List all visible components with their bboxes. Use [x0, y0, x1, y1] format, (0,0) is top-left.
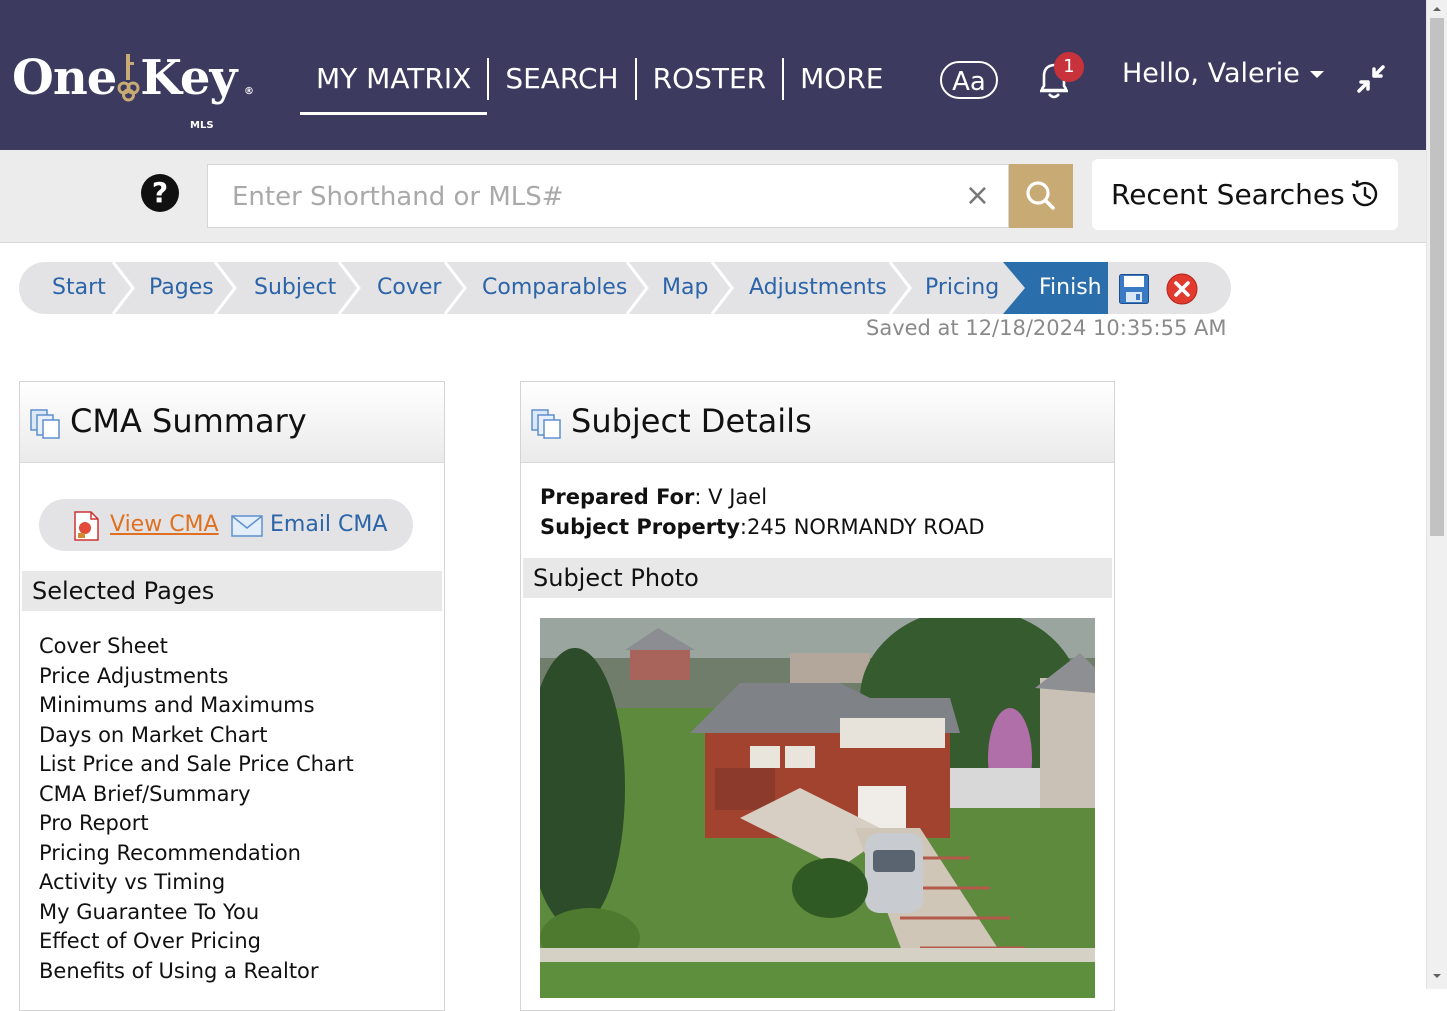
nav-more[interactable]: MORE — [784, 57, 899, 101]
close-icon[interactable] — [1165, 272, 1199, 310]
subject-photo-heading: Subject Photo — [523, 558, 1112, 598]
list-item: Pro Report — [39, 811, 149, 835]
step-map[interactable]: Map — [662, 262, 708, 314]
list-item: Pricing Recommendation — [39, 840, 301, 865]
panel-header: Subject Details — [521, 382, 1114, 463]
saved-timestamp: Saved at 12/18/2024 10:35:55 AM — [866, 316, 1227, 340]
list-item: Price Adjustments — [39, 663, 229, 688]
prepared-for-value: : V Jael — [694, 485, 768, 509]
step-adjustments[interactable]: Adjustments — [749, 262, 887, 314]
subject-details-title: Subject Details — [571, 402, 812, 440]
recent-searches-label: Recent Searches — [1111, 178, 1345, 211]
subject-details-panel: Subject Details Prepared For: V Jael Sub… — [520, 381, 1115, 1011]
view-cma-link[interactable]: View CMA — [110, 512, 219, 537]
chevron-down-icon — [1309, 71, 1324, 78]
subject-property-row: Subject Property:245 NORMANDY ROAD — [540, 512, 985, 542]
list-item: Minimums and Maximums — [39, 693, 315, 717]
scroll-down-icon[interactable] — [1427, 970, 1447, 982]
logo-mls-label: MLS — [190, 120, 214, 131]
search-button[interactable] — [1009, 164, 1073, 228]
user-greeting: Hello, Valerie — [1122, 58, 1300, 89]
scroll-up-icon[interactable] — [1427, 3, 1447, 15]
list-item: Days on Market Chart — [39, 722, 268, 747]
step-finish[interactable]: Finish — [1003, 262, 1108, 314]
step-divider — [337, 262, 361, 314]
subject-property-value: :245 NORMANDY ROAD — [739, 515, 985, 539]
search-icon — [1026, 181, 1055, 210]
prepared-for-row: Prepared For: V Jael — [540, 482, 985, 512]
subject-photo[interactable] — [540, 618, 1095, 998]
nav-my-matrix[interactable]: MY MATRIX — [300, 57, 488, 115]
list-item: Cover Sheet — [39, 634, 168, 658]
list-item: My Guarantee To You — [39, 899, 260, 924]
cma-summary-panel: CMA Summary View CMA Email CMA Selected … — [19, 381, 445, 1011]
search-input[interactable] — [230, 177, 934, 217]
step-pricing[interactable]: Pricing — [925, 262, 999, 314]
main-nav: MY MATRIX SEARCH ROSTER MORE — [300, 56, 899, 115]
list-item: List Price and Sale Price Chart — [39, 752, 354, 776]
step-subject[interactable]: Subject — [254, 262, 336, 314]
list-item: Benefits of Using a Realtor — [39, 958, 319, 983]
nav-search[interactable]: SEARCH — [489, 57, 634, 101]
nav-roster[interactable]: ROSTER — [637, 57, 783, 101]
list-item: CMA Brief/Summary — [39, 781, 251, 806]
list-item: Activity vs Timing — [39, 870, 226, 894]
subject-property-label: Subject Property — [540, 515, 740, 539]
pdf-icon — [74, 511, 99, 541]
step-divider — [111, 262, 135, 314]
step-comparables[interactable]: Comparables — [482, 262, 627, 314]
clear-search-icon[interactable]: × — [965, 179, 990, 213]
list-item: Effect of Over Pricing — [39, 929, 261, 953]
help-icon[interactable]: ? — [141, 174, 179, 212]
step-cover[interactable]: Cover — [377, 262, 441, 314]
search-box: × — [207, 164, 1009, 228]
email-cma-link[interactable]: Email CMA — [270, 512, 387, 537]
panel-header: CMA Summary — [20, 382, 444, 463]
vertical-scrollbar[interactable] — [1426, 0, 1447, 989]
selected-pages-heading: Selected Pages — [22, 571, 442, 611]
step-pages[interactable]: Pages — [149, 262, 214, 314]
step-start[interactable]: Start — [52, 262, 106, 314]
pages-icon — [30, 409, 60, 439]
key-icon — [116, 50, 140, 106]
step-divider — [710, 262, 734, 314]
recent-searches-button[interactable]: Recent Searches — [1092, 159, 1398, 230]
user-menu[interactable]: Hello, Valerie — [1122, 58, 1324, 89]
scrollbar-thumb[interactable] — [1430, 18, 1444, 536]
step-divider — [443, 262, 467, 314]
notification-badge: 1 — [1054, 52, 1084, 82]
prepared-for-label: Prepared For — [540, 485, 695, 509]
pages-icon — [531, 409, 561, 439]
save-icon[interactable] — [1118, 273, 1150, 309]
email-icon — [231, 515, 263, 537]
step-divider — [888, 262, 912, 314]
cma-summary-title: CMA Summary — [70, 402, 307, 440]
subject-info: Prepared For: V Jael Subject Property:24… — [540, 482, 985, 542]
history-icon — [1351, 180, 1378, 207]
step-finish-label: Finish — [1039, 275, 1102, 300]
step-divider — [625, 262, 649, 314]
font-size-button[interactable]: Aa — [940, 61, 998, 99]
finish-arrow — [1003, 262, 1025, 314]
onekey-logo[interactable]: One Key MLS ® — [12, 50, 254, 131]
cma-actions: View CMA Email CMA — [39, 499, 413, 551]
step-divider — [213, 262, 237, 314]
selected-pages-list: Cover Sheet Price Adjustments Minimums a… — [39, 632, 354, 986]
collapse-icon[interactable] — [1356, 64, 1386, 98]
